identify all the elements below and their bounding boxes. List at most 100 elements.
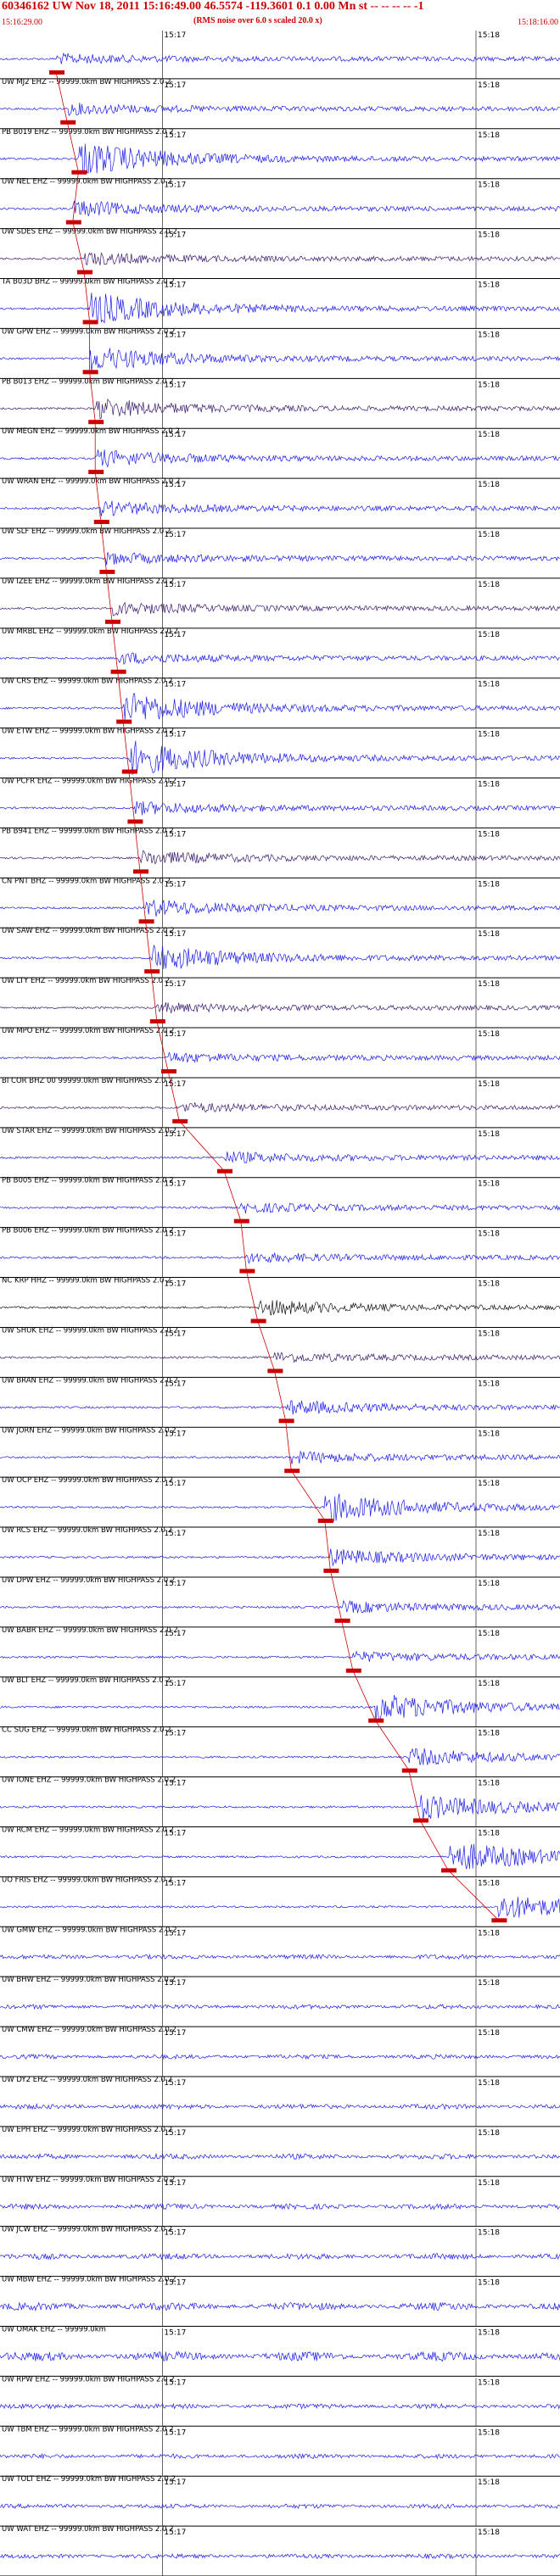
minute-label: 15:18 xyxy=(478,1829,500,1837)
minute-label: 15:18 xyxy=(478,2279,500,2288)
trace-row: 15:17 15:18UW IONE EHZ -- 99999.0km BW HI… xyxy=(0,1776,560,1827)
trace-row: 15:17 15:18UW SLF EHZ -- 99999.0km BW HIG… xyxy=(0,527,560,579)
phase-pick-marker xyxy=(368,1718,384,1723)
station-label: UW JORN EHZ -- 99999.0km BW HIGHPASS 2.0… xyxy=(2,1426,176,1435)
station-label: PB B006 EHZ -- 99999.0km BW HIGHPASS 2.0… xyxy=(2,1227,174,1235)
minute-label: 15:18 xyxy=(478,631,500,639)
station-label: UW SDES EHZ -- 99999.0km BW HIGHPASS 2.0… xyxy=(2,228,177,237)
phase-pick-marker xyxy=(144,969,160,974)
station-label: UW IONE EHZ -- 99999.0km BW HIGHPASS 2.0… xyxy=(2,1776,176,1785)
minute-label: 15:18 xyxy=(478,1780,500,1788)
minute-label: 15:18 xyxy=(478,1530,500,1538)
minute-label: 15:18 xyxy=(478,1630,500,1638)
minute-label: 15:18 xyxy=(478,1180,500,1189)
scaling-note: (RMS noise over 6.0 s scaled 20.0 x) xyxy=(193,16,322,25)
phase-pick-marker xyxy=(317,1519,333,1524)
station-label: UW MEGN EHZ -- 99999.0km BW HIGHPASS 2.0… xyxy=(2,427,180,436)
minute-label: 15:18 xyxy=(478,781,500,789)
minute-label: 15:18 xyxy=(478,1080,500,1089)
station-label: UW SLF EHZ -- 99999.0km BW HIGHPASS 2.0 … xyxy=(2,527,171,536)
station-label: UW OMAK EHZ -- 99999.0km xyxy=(2,2325,106,2333)
trace-row: 15:17 15:18UW GPW EHZ -- 99999.0km BW HIG… xyxy=(0,327,560,379)
station-label: UW WRAN EHZ -- 99999.0km BW HIGHPASS 2.0… xyxy=(2,477,180,486)
station-label: UW DPW EHZ -- 99999.0km BW HIGHPASS 2.0 … xyxy=(2,1576,175,1585)
phase-pick-marker xyxy=(88,420,104,425)
station-label: UW MBW EHZ -- 99999.0km BW HIGHPASS 2.0 … xyxy=(2,2276,176,2284)
trace-row: 15:17 15:18UW BABR EHZ -- 99999.0km BW HI… xyxy=(0,1626,560,1678)
phase-pick-marker xyxy=(49,70,64,75)
phase-pick-marker xyxy=(105,619,120,624)
station-label: UW NEL EHZ -- 99999.0km BW HIGHPASS 2.0 … xyxy=(2,178,172,187)
minute-label: 15:18 xyxy=(478,2428,500,2437)
trace-row: 15:17 15:18UW BRAN EHZ -- 99999.0km BW HI… xyxy=(0,1376,560,1428)
minute-label: 15:18 xyxy=(478,282,500,290)
station-label: UW SAW EHZ -- 99999.0km BW HIGHPASS 2.0 … xyxy=(2,927,175,935)
minute-label: 15:18 xyxy=(478,181,500,190)
trace-row: 15:17 15:18 UW OMAK EHZ -- 99999.0km xyxy=(0,2325,560,2377)
phase-pick-marker xyxy=(60,120,76,125)
phase-pick-marker xyxy=(161,1068,176,1073)
minute-label: 15:18 xyxy=(478,930,500,939)
station-label: UW CRS EHZ -- 99999.0km BW HIGHPASS 2.0 … xyxy=(2,677,172,686)
trace-row: 15:17 15:18UW MRBL EHZ -- 99999.0km BW HI… xyxy=(0,627,560,679)
station-label: UW MPO EHZ -- 99999.0km BW HIGHPASS 2.0 … xyxy=(2,1027,174,1035)
trace-row: 15:17 15:18UW DY2 EHZ -- 99999.0km BW HIG… xyxy=(0,2076,560,2127)
trace-row: 15:17 15:18UW RCM EHZ -- 99999.0km BW HIG… xyxy=(0,1826,560,1877)
minute-label: 15:18 xyxy=(478,681,500,689)
minute-label: 15:18 xyxy=(478,131,500,140)
phase-pick-marker xyxy=(77,270,92,275)
minute-label: 15:18 xyxy=(478,431,500,439)
station-label: CC SUG EHZ -- 99999.0km BW HIGHPASS 2.0 … xyxy=(2,1726,171,1735)
phase-pick-marker xyxy=(110,669,126,674)
minute-label: 15:18 xyxy=(478,2079,500,2088)
trace-row: 15:17 15:18UW CMW EHZ -- 99999.0km BW HIG… xyxy=(0,2026,560,2077)
trace-row: 15:17 15:18PB B013 EHZ -- 99999.0km BW HI… xyxy=(0,377,560,429)
phase-pick-marker xyxy=(334,1618,350,1623)
minute-label: 15:18 xyxy=(478,331,500,339)
trace-row: 15:17 15:18UW BHW EHZ -- 99999.0km BW HIG… xyxy=(0,1976,560,2027)
station-label: UW BABR EHZ -- 99999.0km BW HIGHPASS 2.0… xyxy=(2,1626,178,1635)
trace-row: 15:17 15:18CC SUG EHZ -- 99999.0km BW HIG… xyxy=(0,1726,560,1778)
seismogram-page: 60346162 UW Nov 18, 2011 15:16:49.00 46.… xyxy=(0,0,560,2576)
minute-label: 15:18 xyxy=(478,2529,500,2537)
minute-label: 15:18 xyxy=(478,1680,500,1688)
trace-row: 15:17 15:18UW ETW EHZ -- 99999.0km BW HIG… xyxy=(0,728,560,779)
station-label: UW BLT EHZ -- 99999.0km BW HIGHPASS 2.0 … xyxy=(2,1676,171,1685)
trace-row: 15:17 15:18UW LTY EHZ -- 99999.0km BW HIG… xyxy=(0,977,560,1029)
phase-pick-marker xyxy=(323,1568,339,1573)
trace-row: 15:17 15:18UW STAR EHZ -- 99999.0km BW HI… xyxy=(0,1127,560,1179)
station-label: UW LTY EHZ -- 99999.0km BW HIGHPASS 2.0 … xyxy=(2,977,170,985)
event-title: 60346162 UW Nov 18, 2011 15:16:49.00 46.… xyxy=(2,0,424,13)
minute-label: 15:18 xyxy=(478,731,500,739)
station-label: UW GMW EHZ -- 99999.0km BW HIGHPASS 2.0 … xyxy=(2,1926,177,1934)
station-label: UW BRAN EHZ -- 99999.0km BW HIGHPASS 2.0… xyxy=(2,1376,178,1385)
phase-pick-marker xyxy=(278,1419,294,1424)
minute-label: 15:18 xyxy=(478,2328,500,2337)
trace-row: 15:17 15:18UW MJ2 EHZ -- 99999.0km BW HIG… xyxy=(0,78,560,130)
minute-label: 15:18 xyxy=(478,531,500,539)
minute-label: 15:18 xyxy=(478,1380,500,1388)
station-label: UW MRBL EHZ -- 99999.0km BW HIGHPASS 2.0… xyxy=(2,627,178,636)
minute-label: 15:18 xyxy=(478,1330,500,1338)
minute-label: 15:18 xyxy=(478,830,500,839)
trace-row: 15:17 15:18 xyxy=(0,31,560,80)
seismogram-plot: 15:17 15:1815:17 15:18UW MJ2 EHZ -- 99999.… xyxy=(0,31,560,2576)
phase-pick-marker xyxy=(65,220,81,225)
station-label: CN PNT BHZ -- 99999.0km BW HIGHPASS 2.0 … xyxy=(2,877,171,885)
plot-header: 60346162 UW Nov 18, 2011 15:16:49.00 46.… xyxy=(0,0,560,29)
trace-row: 15:17 15:18UW MBW EHZ -- 99999.0km BW HIG… xyxy=(0,2276,560,2327)
trace-row: 15:17 15:18UW MPO EHZ -- 99999.0km BW HIG… xyxy=(0,1027,560,1079)
station-label: UW WAT EHZ -- 99999.0km BW HIGHPASS 2.0 … xyxy=(2,2525,174,2534)
trace-row: 15:17 15:18UW SAW EHZ -- 99999.0km BW HIG… xyxy=(0,927,560,979)
station-label: UW STAR EHZ -- 99999.0km BW HIGHPASS 2.0… xyxy=(2,1127,176,1135)
phase-pick-marker xyxy=(116,719,132,724)
station-label: PB B013 EHZ -- 99999.0km BW HIGHPASS 2.0… xyxy=(2,377,174,386)
minute-label: 15:18 xyxy=(478,1130,500,1139)
station-label: UW CMW EHZ -- 99999.0km BW HIGHPASS 2.0 … xyxy=(2,2026,176,2034)
trace-row: 15:17 15:18UW RCS EHZ -- 99999.0km BW HIG… xyxy=(0,1526,560,1578)
minute-label: 15:18 xyxy=(478,980,500,989)
minute-label: 15:18 xyxy=(478,1480,500,1488)
phase-pick-marker xyxy=(239,1268,255,1274)
trace-row: 15:17 15:18UW TBM EHZ -- 99999.0km BW HIG… xyxy=(0,2425,560,2477)
trace-row: 15:17 15:18UW WRAN EHZ -- 99999.0km BW HI… xyxy=(0,477,560,529)
